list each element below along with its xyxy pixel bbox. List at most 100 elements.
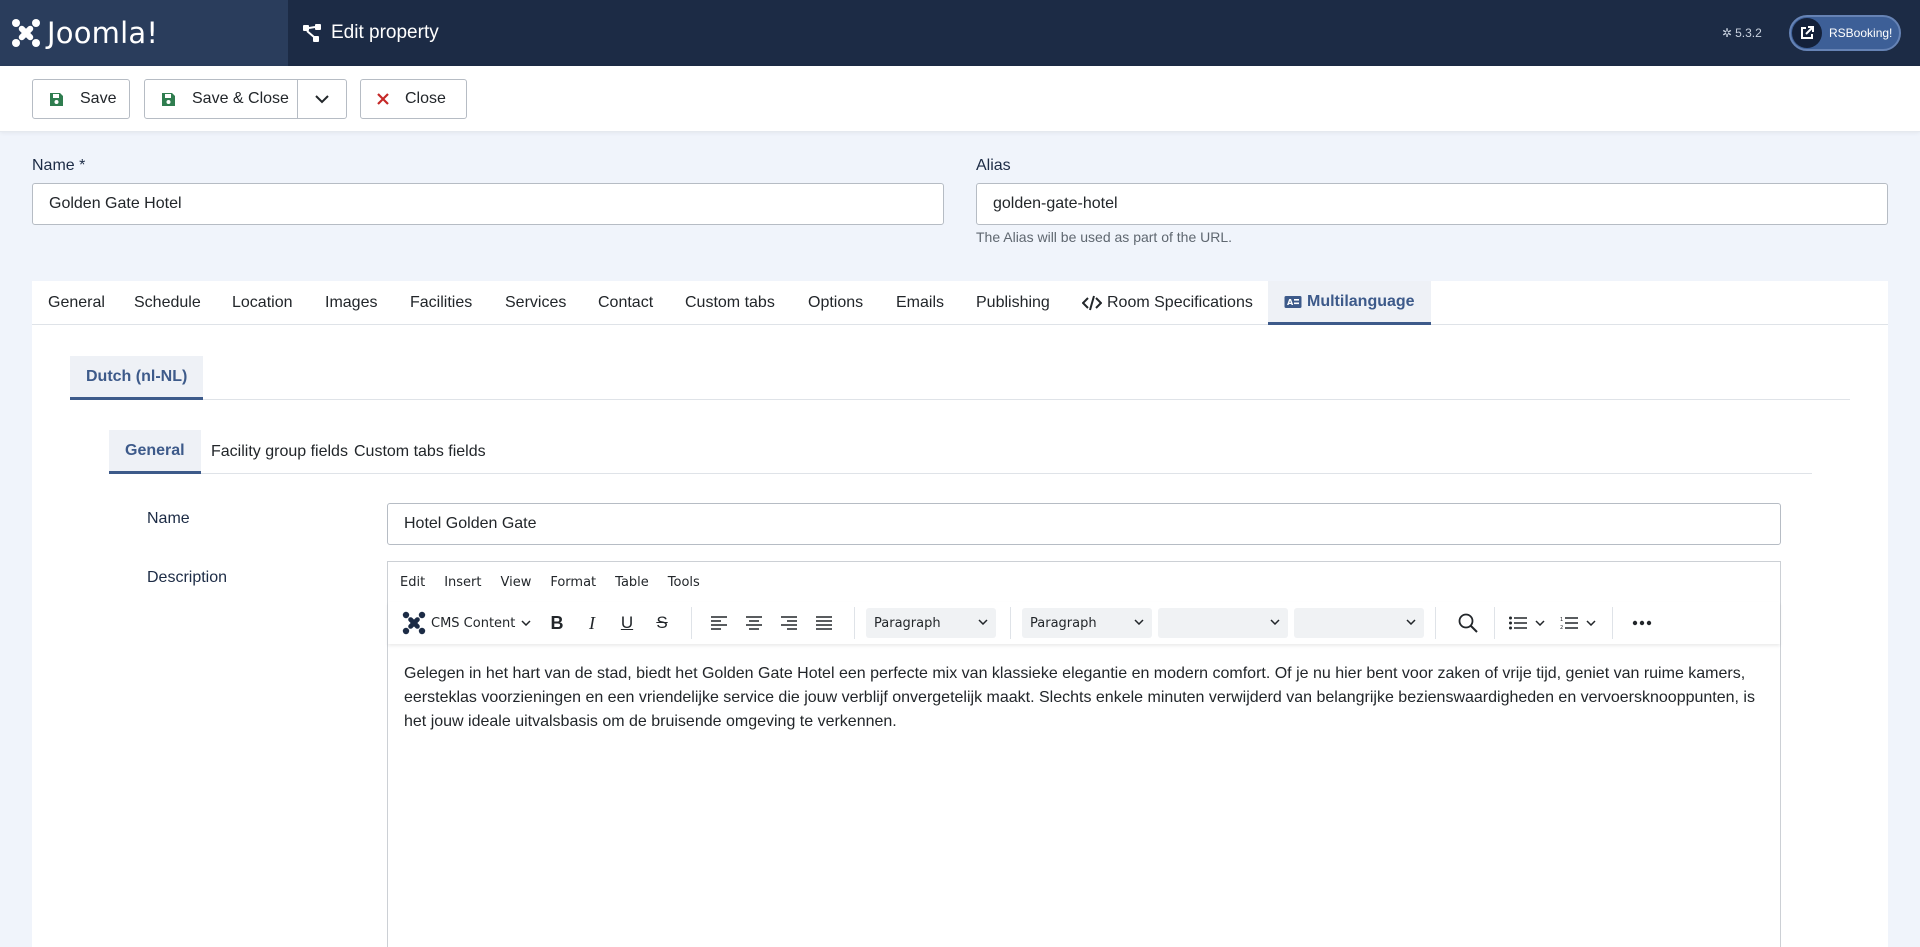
translated-name-input[interactable]: Hotel Golden Gate [387,503,1781,545]
search-replace-button[interactable] [1448,602,1488,644]
italic-button[interactable]: I [575,602,609,644]
block-format-value-1: Paragraph [874,615,941,631]
justify-icon [816,616,832,630]
justify-button[interactable] [807,602,841,644]
name-input[interactable]: Golden Gate Hotel [32,183,944,225]
tab-general[interactable]: General [48,281,105,325]
save-close-button[interactable]: Save & Close [144,79,298,119]
subtab-custom-tabs-fields[interactable]: Custom tabs fields [354,430,486,474]
numbered-list-button[interactable]: 12 [1555,602,1601,644]
joomla-icon [402,611,426,635]
tab-custom-tabs[interactable]: Custom tabs [685,281,775,325]
close-icon [377,93,389,105]
joomla-logo-icon [12,19,40,47]
toolbar-separator [691,607,692,639]
editor-menubar: Edit Insert View Format Table Tools [388,562,1780,602]
menu-table[interactable]: Table [615,575,649,590]
tab-room-specifications-label: Room Specifications [1107,294,1253,311]
chevron-down-icon [521,620,531,626]
chevron-down-icon [1134,619,1144,625]
menu-format[interactable]: Format [550,575,596,590]
language-tabs: Dutch (nl-NL) [70,356,1850,400]
align-left-icon [711,616,727,630]
save-button[interactable]: Save [32,79,130,119]
cms-content-label: CMS Content [431,615,516,631]
toolbar-separator [854,607,855,639]
main-tabs: General Schedule Location Images Facilit… [32,281,1888,325]
chevron-down-icon [1586,620,1596,626]
tab-multilanguage-label: Multilanguage [1307,292,1415,310]
tab-images[interactable]: Images [325,281,377,325]
align-right-button[interactable] [772,602,806,644]
tab-dutch[interactable]: Dutch (nl-NL) [70,356,204,400]
save-options-dropdown[interactable] [297,79,347,119]
property-tabs-card: General Schedule Location Images Facilit… [32,281,1888,947]
menu-insert[interactable]: Insert [444,575,481,590]
chevron-down-icon [1270,619,1280,625]
tab-emails[interactable]: Emails [896,281,944,325]
chevron-down-icon [978,619,988,625]
block-format-select-2[interactable]: Paragraph [1022,608,1152,638]
tab-multilanguage[interactable]: A Multilanguage [1268,281,1431,325]
svg-text:1: 1 [1560,617,1563,623]
bullet-list-icon [1509,616,1527,630]
description-editor[interactable]: Edit Insert View Format Table Tools CMS … [387,561,1781,947]
strikethrough-icon: S [656,613,668,632]
subtab-facility-group-fields[interactable]: Facility group fields [211,430,348,474]
font-size-select[interactable] [1294,608,1424,638]
block-format-select-1[interactable]: Paragraph [866,608,996,638]
bold-button[interactable]: B [540,602,574,644]
site-link-button[interactable]: RSBooking! [1789,15,1901,51]
tab-services[interactable]: Services [505,281,566,325]
menu-tools[interactable]: Tools [668,575,700,590]
alias-input[interactable]: golden-gate-hotel [976,183,1888,225]
version-info: ✲ 5.3.2 [1722,0,1762,66]
code-icon [1082,295,1102,311]
tab-contact[interactable]: Contact [598,281,653,325]
align-center-button[interactable] [737,602,771,644]
strikethrough-button[interactable]: S [645,602,679,644]
save-icon [49,92,64,107]
align-left-button[interactable] [702,602,736,644]
alias-label: Alias [976,157,1011,174]
joomla-small-icon: ✲ [1722,26,1733,40]
translation-sub-tabs: General Facility group fields Custom tab… [109,430,1812,474]
bold-icon: B [550,612,564,633]
block-format-value-2: Paragraph [1030,615,1097,631]
svg-text:2: 2 [1560,625,1563,630]
bullet-list-button[interactable] [1504,602,1550,644]
tab-location[interactable]: Location [232,281,293,325]
tab-schedule[interactable]: Schedule [134,281,201,325]
numbered-list-icon: 12 [1560,617,1578,630]
tab-room-specifications[interactable]: Room Specifications [1082,281,1253,325]
page-title-text: Edit property [331,22,439,43]
name-label: Name * [32,157,86,174]
more-icon [1632,620,1652,626]
subtab-general[interactable]: General [109,430,201,474]
editor-toolbar: CMS Content B I U S Paragraph Paragraph … [388,602,1780,644]
translated-name-label: Name [147,510,190,527]
toolbar-separator [1435,607,1436,639]
menu-view[interactable]: View [500,575,531,590]
logo-text: Joomla! [47,16,159,50]
close-button[interactable]: Close [360,79,467,119]
underline-button[interactable]: U [610,602,644,644]
tab-options[interactable]: Options [808,281,863,325]
toolbar-separator [1612,607,1613,639]
more-tools-button[interactable] [1622,602,1662,644]
action-toolbar: Save Save & Close Close [0,66,1920,132]
align-center-icon [746,616,762,630]
cms-content-button[interactable]: CMS Content [402,602,534,644]
italic-icon: I [589,612,595,633]
toolbar-separator [1494,607,1495,639]
editor-content[interactable]: Gelegen in het hart van de stad, biedt h… [404,662,1770,734]
tab-facilities[interactable]: Facilities [410,281,472,325]
external-link-icon [1792,18,1822,48]
joomla-logo[interactable]: Joomla! [0,0,288,66]
menu-edit[interactable]: Edit [400,575,425,590]
tab-publishing[interactable]: Publishing [976,281,1050,325]
save-label: Save [80,90,117,107]
font-family-select[interactable] [1158,608,1288,638]
chevron-down-icon [315,95,329,104]
save-icon [161,92,176,107]
